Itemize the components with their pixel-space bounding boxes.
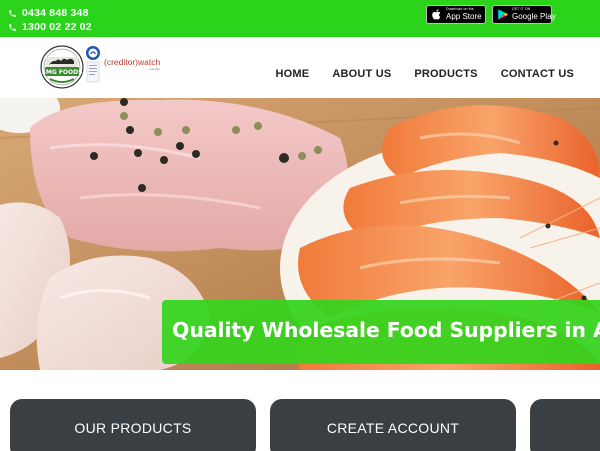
our-products-card[interactable]: OUR PRODUCTS: [10, 399, 256, 451]
hero-section: Quality Wholesale Food Suppliers in Aust…: [0, 98, 600, 370]
nav-products[interactable]: PRODUCTS: [414, 68, 477, 80]
top-bar: 0434 848 348 1300 02 22 02 Download on t…: [0, 0, 600, 37]
phone-link-2[interactable]: 1300 02 22 02: [8, 21, 92, 33]
nav-about-us[interactable]: ABOUT US: [332, 68, 391, 80]
our-products-label: OUR PRODUCTS: [74, 420, 192, 436]
third-card[interactable]: [530, 399, 600, 451]
app-store-badge[interactable]: Download on the App Store: [426, 5, 486, 24]
smg-foods-logo[interactable]: SMG FOODS: [40, 45, 84, 89]
hero-banner: Quality Wholesale Food Suppliers in Aust…: [162, 300, 600, 364]
site-header: SMG FOODS (creditor)watch member HOME AB…: [0, 37, 600, 98]
create-account-label: CREATE ACCOUNT: [326, 420, 460, 436]
create-account-card[interactable]: CREATE ACCOUNT: [270, 399, 516, 451]
logo-text: SMG FOODS: [42, 69, 83, 76]
creditorwatch-text: (creditor)watch: [104, 57, 161, 67]
app-store-label: App Store: [446, 11, 482, 21]
google-play-label: Google Play: [512, 11, 556, 21]
cta-cards: OUR PRODUCTS CREATE ACCOUNT: [0, 370, 600, 451]
google-play-icon: [498, 9, 508, 20]
phone-icon: [9, 9, 16, 17]
certification-seal-logo: [86, 46, 100, 83]
phone-number-1: 0434 848 348: [22, 7, 89, 19]
phone-link-1[interactable]: 0434 848 348: [8, 7, 89, 19]
phone-number-2: 1300 02 22 02: [22, 21, 92, 33]
main-nav: HOME ABOUT US PRODUCTS CONTACT US: [276, 68, 574, 80]
creditorwatch-logo: (creditor)watch member: [104, 57, 161, 71]
phone-icon: [9, 23, 16, 31]
google-play-badge[interactable]: GET IT ON Google Play: [492, 5, 556, 24]
nav-contact-us[interactable]: CONTACT US: [501, 68, 574, 80]
hero-headline: Quality Wholesale Food Suppliers in Aust…: [172, 318, 600, 342]
creditorwatch-sub: member: [149, 67, 161, 71]
apple-icon: [432, 9, 441, 20]
nav-home[interactable]: HOME: [276, 68, 310, 80]
